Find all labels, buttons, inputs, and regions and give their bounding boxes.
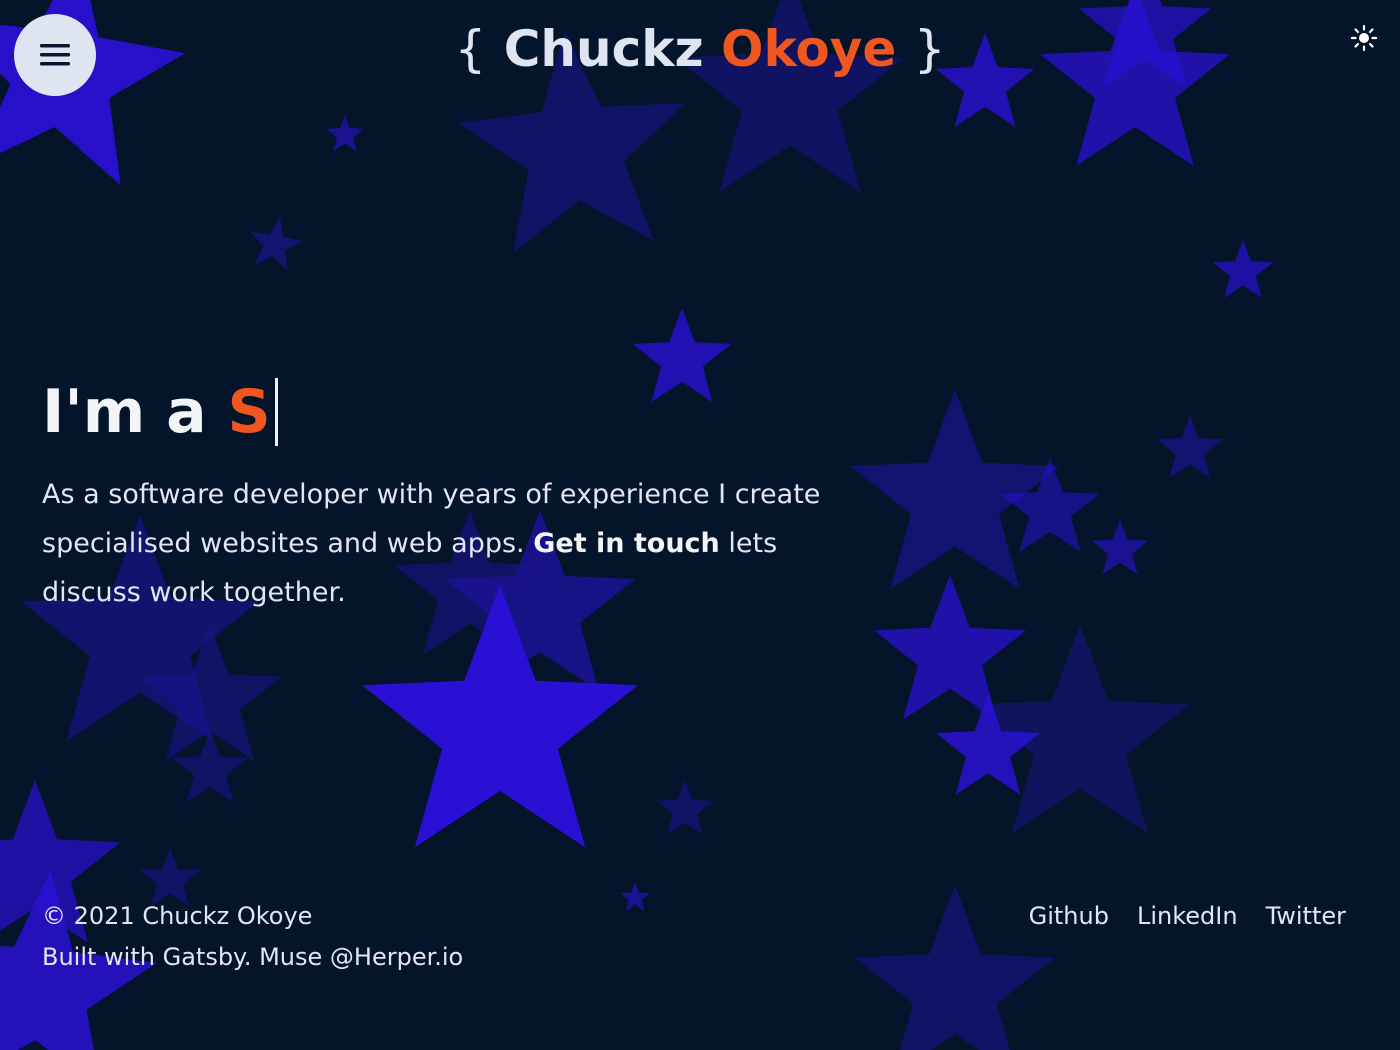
- theme-toggle-button[interactable]: [1350, 24, 1378, 52]
- footer-credits: © 2021 Chuckz Okoye Built with Gatsby. M…: [42, 896, 463, 978]
- hero-intro: As a software developer with years of ex…: [42, 470, 822, 617]
- star-shape: [873, 575, 1027, 720]
- logo-first-name: Chuckz: [503, 20, 704, 78]
- page: { Chuckz Okoye } I'm a S As a software d…: [0, 0, 1400, 1050]
- headline-typed-text: S: [227, 377, 271, 447]
- star-shape: [326, 115, 364, 152]
- headline-prefix: I'm a: [42, 377, 207, 447]
- footer-copyright: © 2021 Chuckz Okoye: [42, 902, 313, 930]
- typing-caret: [274, 378, 278, 446]
- star-shape: [1212, 240, 1274, 298]
- star-shape: [250, 217, 303, 271]
- footer-built-with[interactable]: Built with Gatsby. Muse @Herper.io: [42, 937, 463, 978]
- sun-icon: [1350, 24, 1378, 52]
- hero-section: I'm a S As a software developer with yea…: [42, 372, 822, 617]
- logo-open-brace: {: [454, 20, 487, 78]
- star-shape: [1091, 520, 1149, 575]
- hero-headline: I'm a S: [42, 372, 822, 452]
- site-logo[interactable]: { Chuckz Okoye }: [0, 20, 1400, 78]
- star-shape: [362, 585, 638, 848]
- star-shape: [855, 885, 1055, 1050]
- star-shape: [970, 625, 1190, 833]
- github-link[interactable]: Github: [1029, 896, 1109, 937]
- footer-social-links: Github LinkedIn Twitter: [1029, 896, 1346, 937]
- star-shape: [1156, 415, 1224, 479]
- star-shape: [656, 780, 714, 835]
- get-in-touch-link[interactable]: Get in touch: [533, 528, 720, 559]
- linkedin-link[interactable]: LinkedIn: [1137, 896, 1238, 937]
- star-shape: [850, 390, 1060, 589]
- logo-close-brace: }: [913, 20, 946, 78]
- logo-last-name: Okoye: [721, 20, 897, 78]
- star-shape: [619, 882, 651, 911]
- twitter-link[interactable]: Twitter: [1266, 896, 1346, 937]
